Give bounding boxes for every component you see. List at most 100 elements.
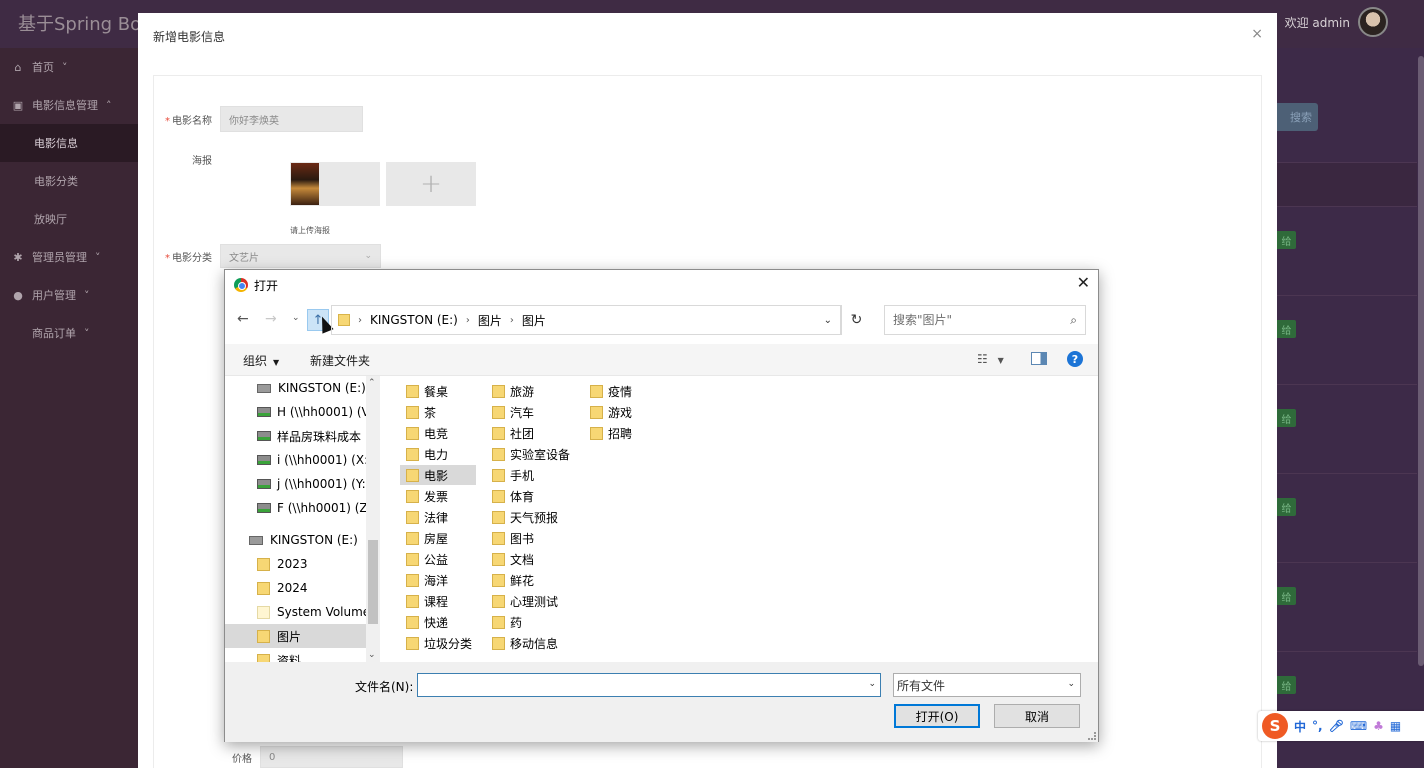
folder-item[interactable]: 课程 bbox=[400, 591, 476, 611]
chevron-down-icon[interactable]: ⌄ bbox=[368, 650, 376, 660]
folder-item[interactable]: 电竞 bbox=[400, 423, 476, 443]
organize-menu[interactable]: 组织 ▼ bbox=[243, 352, 279, 369]
poster-thumbnail[interactable] bbox=[290, 162, 380, 206]
user-icon: ● bbox=[13, 288, 23, 302]
poster-hint: 请上传海报 bbox=[290, 226, 330, 235]
tree-item-selected[interactable]: 图片 bbox=[225, 624, 366, 648]
folder-item[interactable]: 茶 bbox=[400, 402, 476, 422]
table-row: 给 bbox=[1277, 473, 1417, 562]
folder-item[interactable]: 发票 bbox=[400, 486, 476, 506]
path-segment[interactable]: 图片 bbox=[522, 312, 546, 329]
resize-grip-icon[interactable] bbox=[1088, 732, 1096, 740]
folder-item[interactable]: 汽车 bbox=[486, 402, 574, 422]
tree-item[interactable]: 样品房珠料成本 bbox=[257, 424, 380, 448]
folder-item[interactable]: 鲜花 bbox=[486, 570, 574, 590]
sidebar-item-hall[interactable]: 放映厅 bbox=[0, 200, 138, 238]
folder-item[interactable]: 移动信息 bbox=[486, 633, 574, 653]
folder-item[interactable]: 手机 bbox=[486, 465, 574, 485]
sidebar-item-movie-category[interactable]: 电影分类 bbox=[0, 162, 138, 200]
folder-item[interactable]: 文档 bbox=[486, 549, 574, 569]
folder-item[interactable]: 体育 bbox=[486, 486, 574, 506]
chevron-up-icon[interactable]: ⌃ bbox=[368, 378, 376, 388]
file-type-select[interactable]: 所有文件 ⌄ bbox=[893, 673, 1081, 697]
chevron-down-icon[interactable]: ⌄ bbox=[868, 679, 876, 689]
search-input[interactable] bbox=[893, 313, 1053, 327]
forward-arrow-icon[interactable]: → bbox=[265, 312, 277, 326]
new-folder-button[interactable]: 新建文件夹 bbox=[310, 352, 370, 369]
search-box[interactable]: ⌕ bbox=[884, 305, 1086, 335]
tree-item[interactable]: KINGSTON (E:) bbox=[249, 528, 380, 552]
sidebar-item-movie-mgmt[interactable]: ▣ 电影信息管理 ˄ bbox=[0, 86, 138, 124]
tree-item[interactable]: 2023 bbox=[257, 552, 380, 576]
folder-icon bbox=[257, 653, 270, 662]
folder-item[interactable]: 药 bbox=[486, 612, 574, 632]
folder-item[interactable]: 海洋 bbox=[400, 570, 476, 590]
view-options-icon[interactable]: ☷ ▼ bbox=[977, 352, 1004, 366]
sidebar-item-admin-mgmt[interactable]: ✱ 管理员管理 ˅ bbox=[0, 238, 138, 276]
folder-item[interactable]: 游戏 bbox=[584, 402, 644, 422]
sidebar-item-orders[interactable]: 商品订单 ˅ bbox=[0, 314, 138, 352]
category-select[interactable]: 文艺片 ⌄ bbox=[220, 244, 381, 268]
table-header bbox=[1277, 162, 1417, 206]
scrollbar-thumb[interactable] bbox=[368, 540, 378, 624]
movie-name-input[interactable]: 你好李焕英 bbox=[220, 106, 363, 132]
open-button[interactable]: 打开(O) bbox=[894, 704, 980, 728]
back-arrow-icon[interactable]: ← bbox=[237, 312, 249, 326]
tree-item[interactable]: 资料 bbox=[257, 648, 380, 662]
folder-item[interactable]: 垃圾分类 bbox=[400, 633, 476, 653]
toolbox-icon[interactable]: ▦ bbox=[1390, 719, 1401, 733]
folder-item[interactable]: 餐桌 bbox=[400, 381, 476, 401]
sogou-logo-icon[interactable]: S bbox=[1262, 713, 1288, 739]
upload-poster-button[interactable]: + bbox=[386, 162, 476, 206]
cancel-button[interactable]: 取消 bbox=[994, 704, 1080, 728]
microphone-icon[interactable]: 🎤︎ bbox=[1329, 719, 1344, 733]
sidebar-item-user-mgmt[interactable]: ● 用户管理 ˅ bbox=[0, 276, 138, 314]
recent-dropdown-icon[interactable]: ⌄ bbox=[292, 314, 300, 323]
tree-item[interactable]: i (\\hh0001) (X: bbox=[257, 448, 380, 472]
keyboard-icon[interactable]: ⌨ bbox=[1350, 719, 1367, 733]
chevron-down-icon[interactable]: ⌄ bbox=[824, 315, 832, 326]
folder-item[interactable]: 快递 bbox=[400, 612, 476, 632]
folder-item[interactable]: 疫情 bbox=[584, 381, 644, 401]
folder-item[interactable]: 招聘 bbox=[584, 423, 644, 443]
tree-item[interactable]: KINGSTON (E:) bbox=[257, 376, 380, 400]
filename-input[interactable] bbox=[418, 674, 858, 696]
tree-item[interactable]: H (\\hh0001) (V bbox=[257, 400, 380, 424]
folder-item[interactable]: 法律 bbox=[400, 507, 476, 527]
address-bar[interactable]: › KINGSTON (E:) › 图片 › 图片 ⌄ bbox=[331, 305, 871, 335]
tree-item[interactable]: j (\\hh0001) (Y: bbox=[257, 472, 380, 496]
tree-item[interactable]: System Volume bbox=[257, 600, 380, 624]
user-menu[interactable]: 欢迎 admin bbox=[1285, 7, 1388, 37]
folder-item[interactable]: 旅游 bbox=[486, 381, 574, 401]
tree-item[interactable]: 2024 bbox=[257, 576, 380, 600]
folder-item[interactable]: 心理测试 bbox=[486, 591, 574, 611]
folder-item[interactable]: 电影 bbox=[400, 465, 476, 485]
folder-item[interactable]: 社团 bbox=[486, 423, 574, 443]
skin-icon[interactable]: ♣ bbox=[1373, 719, 1384, 733]
close-icon[interactable]: × bbox=[1251, 27, 1263, 41]
path-segment[interactable]: 图片 bbox=[478, 312, 502, 329]
close-icon[interactable]: ✕ bbox=[1077, 275, 1090, 291]
tree-item[interactable]: F (\\hh0001) (Z bbox=[257, 496, 380, 520]
folder-item[interactable]: 图书 bbox=[486, 528, 574, 548]
path-segment[interactable]: KINGSTON (E:) bbox=[370, 313, 458, 327]
folder-item[interactable]: 公益 bbox=[400, 549, 476, 569]
folder-icon bbox=[492, 615, 505, 629]
filename-field[interactable]: ⌄ bbox=[417, 673, 881, 697]
price-input[interactable]: 0 bbox=[260, 746, 403, 768]
folder-label: 电影 bbox=[424, 468, 449, 483]
ime-punctuation-toggle[interactable]: °, bbox=[1312, 719, 1323, 733]
avatar[interactable] bbox=[1358, 7, 1388, 37]
tree-scrollbar[interactable]: ⌃ ⌄ bbox=[366, 376, 380, 662]
folder-item[interactable]: 实验室设备 bbox=[486, 444, 574, 464]
folder-item[interactable]: 天气预报 bbox=[486, 507, 574, 527]
sidebar-item-movie-info[interactable]: 电影信息 bbox=[0, 124, 138, 162]
preview-pane-icon[interactable] bbox=[1031, 352, 1047, 365]
folder-item[interactable]: 房屋 bbox=[400, 528, 476, 548]
refresh-icon[interactable]: ↻ bbox=[841, 305, 871, 335]
help-icon[interactable]: ? bbox=[1067, 351, 1083, 367]
ime-language-toggle[interactable]: 中 bbox=[1294, 718, 1306, 735]
sidebar-item-home[interactable]: ⌂ 首页 ˅ bbox=[0, 48, 138, 86]
folder-item[interactable]: 电力 bbox=[400, 444, 476, 464]
page-scrollbar[interactable] bbox=[1418, 56, 1424, 666]
